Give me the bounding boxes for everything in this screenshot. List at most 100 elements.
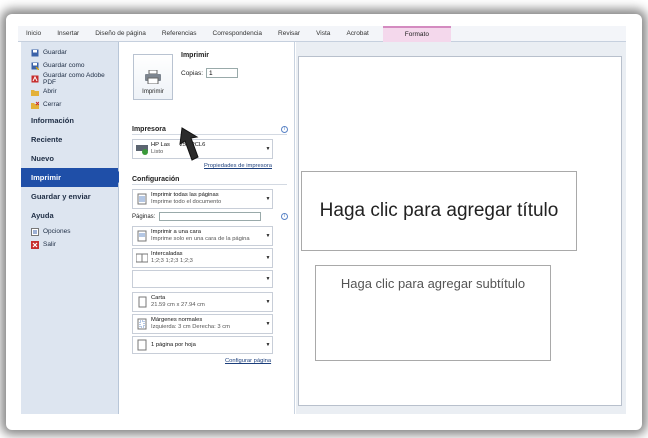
copies-control: Copias: — [181, 68, 239, 78]
tab-diseno-pagina[interactable]: Diseño de página — [87, 26, 154, 42]
nav-guardar[interactable]: Guardar — [21, 46, 118, 59]
paper-size-select[interactable]: Carta 21.59 cm x 27.94 cm ▼ — [132, 292, 273, 312]
nav-informacion[interactable]: Información — [21, 111, 118, 130]
nav-item-label: Abrir — [43, 88, 57, 95]
title-placeholder: Haga clic para agregar título — [301, 171, 577, 251]
pages-field: Páginas: — [132, 212, 262, 221]
printer-name: HP Las — [151, 142, 170, 148]
collate-select[interactable]: Intercaladas 1;2;3 1;2;3 1;2;3 ▼ — [132, 248, 273, 268]
nav-item-label: Guardar — [43, 49, 67, 56]
save-icon — [31, 49, 39, 57]
setting-main: Intercaladas — [151, 251, 183, 257]
one-side-icon — [136, 230, 148, 242]
save-as-icon — [31, 62, 40, 70]
nav-item-label: Cerrar — [43, 101, 62, 108]
setting-main: Márgenes normales — [151, 317, 203, 323]
slide-preview: Haga clic para agregar título Haga clic … — [298, 56, 622, 406]
chevron-down-icon: ▼ — [265, 321, 271, 327]
options-icon — [31, 227, 39, 236]
tab-correspondencia[interactable]: Correspondencia — [205, 26, 271, 42]
printer-select[interactable]: HP Las 250 PCL6 Listo ▼ — [132, 139, 273, 159]
nav-item-label: Salir — [43, 241, 57, 248]
tab-inicio[interactable]: Inicio — [18, 26, 49, 42]
setting-main: Imprimir todas las páginas — [151, 192, 219, 198]
setting-sub: 21.59 cm x 27.94 cm — [151, 302, 205, 308]
nav-reciente[interactable]: Reciente — [21, 130, 118, 149]
setting-main: Carta — [151, 295, 166, 301]
subtitle-placeholder: Haga clic para agregar subtítulo — [315, 265, 551, 361]
print-button[interactable]: Imprimir — [133, 54, 173, 100]
setting-sub: Imprime solo en una cara de la página — [151, 236, 250, 242]
nav-salir[interactable]: Salir — [21, 238, 118, 251]
open-folder-icon — [31, 88, 39, 96]
config-section-title: Configuración — [132, 176, 180, 183]
nav-nuevo[interactable]: Nuevo — [21, 149, 118, 168]
backstage-nav: Guardar Guardar como Guardar como Adobe … — [21, 42, 125, 414]
copies-input[interactable] — [206, 68, 239, 78]
chevron-down-icon: ▼ — [265, 299, 271, 305]
exit-icon — [31, 240, 39, 249]
pages-icon — [136, 193, 148, 205]
orientation-select[interactable]: ▼ — [132, 270, 273, 288]
nav-imprimir[interactable]: Imprimir — [21, 168, 125, 187]
page-per-sheet-icon — [136, 339, 148, 351]
nav-ayuda[interactable]: Ayuda — [21, 206, 118, 225]
print-button-label: Imprimir — [142, 89, 164, 95]
tab-vista[interactable]: Vista — [308, 26, 338, 42]
nav-guardar-pdf[interactable]: Guardar como Adobe PDF — [21, 71, 118, 86]
margins-select[interactable]: Márgenes normales Izquierda: 3 cm Derecha… — [132, 314, 273, 334]
printer-icon — [145, 69, 161, 85]
setting-sub: Imprime todo el documento — [151, 199, 222, 205]
nav-guardar-enviar[interactable]: Guardar y enviar — [21, 187, 118, 206]
print-preview: Haga clic para agregar título Haga clic … — [296, 42, 626, 414]
nav-item-label: Opciones — [43, 228, 71, 235]
chevron-down-icon: ▼ — [265, 196, 271, 202]
chevron-down-icon: ▼ — [265, 342, 271, 348]
setting-main: 1 página por hoja — [151, 341, 196, 348]
margins-icon — [136, 318, 148, 330]
pages-input[interactable] — [159, 212, 262, 221]
tab-referencias[interactable]: Referencias — [154, 26, 205, 42]
divider — [132, 134, 287, 135]
setting-main: Imprimir a una cara — [151, 229, 201, 235]
print-heading: Imprimir — [181, 52, 210, 59]
screenshot-frame: Inicio Insertar Diseño de página Referen… — [0, 0, 648, 438]
chevron-down-icon: ▼ — [265, 146, 271, 152]
sides-select[interactable]: Imprimir a una cara Imprime solo en una c… — [132, 226, 273, 246]
divider — [132, 184, 287, 185]
collate-icon — [135, 252, 149, 264]
arrow-annotation-icon — [179, 127, 199, 161]
nav-item-label: Guardar como — [43, 62, 85, 69]
backstage-window: Inicio Insertar Diseño de página Referen… — [18, 26, 626, 414]
printer-status-icon — [136, 143, 148, 155]
printer-status: Listo — [151, 149, 164, 155]
tab-acrobat[interactable]: Acrobat — [338, 26, 376, 42]
tab-insertar[interactable]: Insertar — [49, 26, 87, 42]
setting-sub: Izquierda: 3 cm Derecha: 3 cm — [151, 324, 230, 330]
tab-revisar[interactable]: Revisar — [270, 26, 308, 42]
chevron-down-icon: ▼ — [265, 233, 271, 239]
paper-icon — [136, 296, 148, 308]
setting-sub: 1;2;3 1;2;3 1;2;3 — [151, 258, 193, 264]
pages-scope-select[interactable]: Imprimir todas las páginas Imprime todo e… — [132, 189, 273, 209]
printer-properties-link[interactable]: Propiedades de impresora — [204, 163, 272, 169]
pages-label: Páginas: — [132, 213, 156, 220]
chevron-down-icon: ▼ — [265, 276, 271, 282]
print-settings-panel: Imprimir Imprimir Copias: Impresora i HP… — [119, 42, 295, 414]
nav-cerrar[interactable]: Cerrar — [21, 98, 118, 111]
info-icon[interactable]: i — [281, 126, 288, 133]
ribbon-tabs: Inicio Insertar Diseño de página Referen… — [18, 26, 626, 42]
info-icon[interactable]: i — [281, 213, 288, 220]
close-folder-icon — [31, 101, 40, 109]
tab-formato[interactable]: Formato — [382, 26, 451, 42]
nav-abrir[interactable]: Abrir — [21, 85, 118, 98]
pdf-icon — [31, 75, 39, 83]
printer-section-title: Impresora — [132, 126, 166, 133]
nav-item-label: Guardar como Adobe PDF — [43, 71, 105, 86]
page-setup-link[interactable]: Configurar página — [225, 358, 271, 364]
nav-guardar-como[interactable]: Guardar como — [21, 59, 118, 72]
pages-per-sheet-select[interactable]: 1 página por hoja ▼ — [132, 336, 273, 354]
chevron-down-icon: ▼ — [265, 255, 271, 261]
copies-label: Copias: — [181, 69, 204, 77]
nav-opciones[interactable]: Opciones — [21, 225, 118, 238]
